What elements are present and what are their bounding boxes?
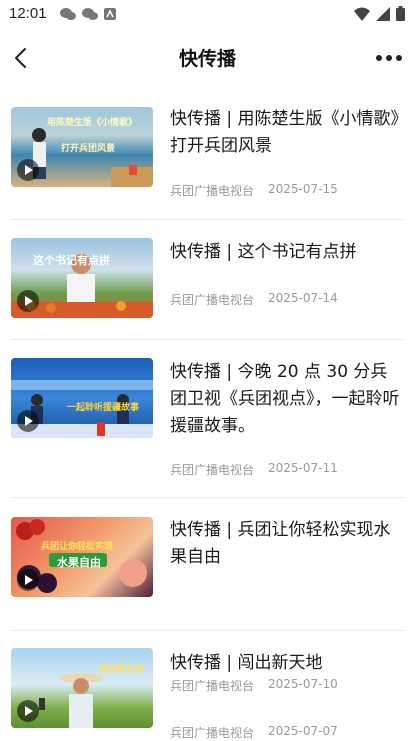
- play-icon[interactable]: [17, 290, 39, 312]
- video-thumbnail[interactable]: 闯出新天地: [11, 648, 153, 728]
- divider: [11, 497, 404, 498]
- article-source: 兵团广播电视台: [170, 679, 255, 693]
- divider: [11, 630, 404, 631]
- article-meta: 兵团广播电视台 2025-07-10: [170, 677, 338, 694]
- video-thumbnail[interactable]: 这个书记有点拼: [11, 238, 153, 318]
- status-bar: 12:01: [0, 0, 415, 28]
- status-time: 12:01: [9, 5, 47, 22]
- article-source: 兵团广播电视台: [170, 293, 255, 307]
- thumbnail-caption: 一起聆听援疆故事: [67, 403, 140, 413]
- article-title[interactable]: 快传播 | 闯出新天地: [170, 650, 400, 677]
- play-icon[interactable]: [17, 410, 39, 432]
- article-title[interactable]: 快传播 | 兵团让你轻松实现水果自由: [170, 517, 400, 571]
- article-date: 2025-07-14: [268, 291, 338, 305]
- article-source: 兵团广播电视台: [170, 184, 255, 198]
- nav-bar: 快传播: [0, 32, 415, 84]
- thumbnail-caption-top: 兵团让你轻松实现: [41, 542, 114, 552]
- divider: [11, 219, 404, 220]
- article-source: 兵团广播电视台: [170, 463, 255, 477]
- play-icon[interactable]: [17, 159, 39, 181]
- article-source: 兵团广播电视台: [170, 726, 255, 740]
- article-date: 2025-07-10: [268, 677, 338, 691]
- article-title[interactable]: 快传播 | 用陈楚生版《小情歌》打开兵团风景: [170, 106, 400, 160]
- battery-icon: [396, 6, 405, 21]
- article-meta: 兵团广播电视台 2025-07-11: [170, 461, 338, 478]
- system-icons: [354, 6, 405, 21]
- thumbnail-caption: 用陈楚生版《小情歌》: [47, 118, 138, 128]
- article-meta: 兵团广播电视台 2025-07-15: [170, 182, 338, 199]
- video-thumbnail[interactable]: 一起聆听援疆故事: [11, 358, 153, 438]
- thumbnail-subcaption: 打开兵团风景: [61, 144, 116, 154]
- app-notification-icon: [104, 8, 116, 20]
- article-date: 2025-07-07: [268, 724, 338, 738]
- play-icon[interactable]: [17, 700, 39, 722]
- article-title[interactable]: 快传播 | 今晚 20 点 30 分兵团卫视《兵团视点》，一起聆听援疆故事。: [170, 359, 400, 440]
- more-options-icon[interactable]: [375, 46, 403, 70]
- wechat-icon: [60, 8, 76, 20]
- signal-icon: [376, 6, 390, 21]
- article-date: 2025-07-11: [268, 461, 338, 475]
- notification-icons: [60, 7, 116, 21]
- article-meta: 兵团广播电视台 2025-07-07: [170, 724, 338, 741]
- thumbnail-caption: 水果自由: [57, 556, 101, 569]
- page-title: 快传播: [178, 48, 236, 70]
- thumbnail-caption: 这个书记有点拼: [33, 254, 110, 267]
- wifi-icon: [354, 7, 370, 21]
- video-thumbnail[interactable]: 用陈楚生版《小情歌》 打开兵团风景: [11, 107, 153, 187]
- video-thumbnail[interactable]: 兵团让你轻松实现 水果自由: [11, 517, 153, 597]
- article-title[interactable]: 快传播 | 这个书记有点拼: [170, 239, 400, 266]
- thumbnail-caption: 闯出新天地: [99, 665, 145, 675]
- wechat-icon-2: [82, 8, 98, 20]
- divider: [11, 339, 404, 340]
- article-meta: 兵团广播电视台 2025-07-14: [170, 291, 338, 308]
- play-icon[interactable]: [17, 569, 39, 591]
- article-date: 2025-07-15: [268, 182, 338, 196]
